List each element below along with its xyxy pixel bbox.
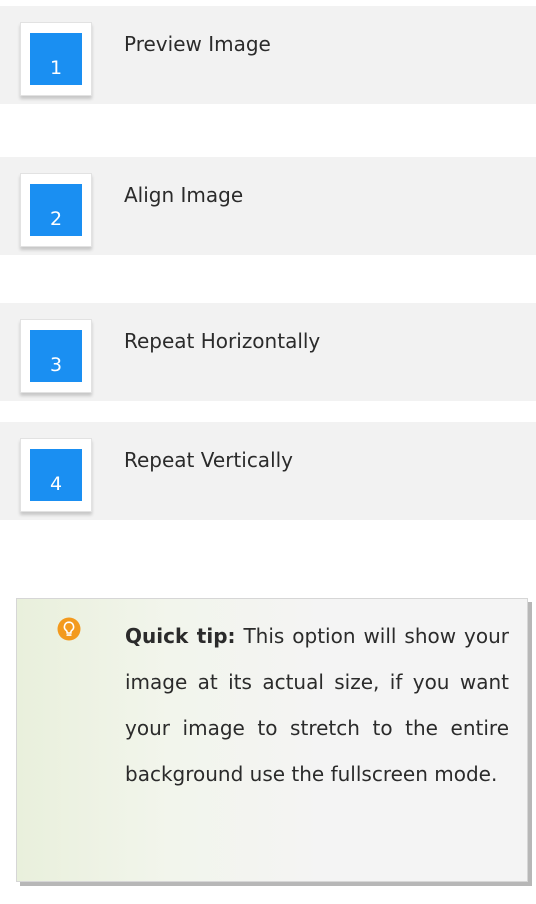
option-number-badge: 4 <box>20 438 92 512</box>
option-number-badge: 1 <box>20 22 92 96</box>
option-label: Align Image <box>124 183 244 207</box>
option-number: 3 <box>30 330 82 382</box>
option-number: 1 <box>30 33 82 85</box>
option-repeat-horizontally[interactable]: 3 Repeat Horizontally <box>0 303 536 401</box>
option-repeat-vertically[interactable]: 4 Repeat Vertically <box>0 422 536 520</box>
quick-tip-text: Quick tip: This option will show your im… <box>125 613 509 797</box>
option-number-badge: 3 <box>20 319 92 393</box>
option-label: Preview Image <box>124 32 271 56</box>
option-align-image[interactable]: 2 Align Image <box>0 157 536 255</box>
option-label: Repeat Horizontally <box>124 329 321 353</box>
option-preview-image[interactable]: 1 Preview Image <box>0 6 536 104</box>
quick-tip-box: Quick tip: This option will show your im… <box>16 598 528 882</box>
option-number-badge: 2 <box>20 173 92 247</box>
lightbulb-icon <box>57 617 81 641</box>
option-number: 2 <box>30 184 82 236</box>
quick-tip-heading: Quick tip: <box>125 624 236 648</box>
option-number: 4 <box>30 449 82 501</box>
background-options-panel: 1 Preview Image 2 Align Image 3 Repeat H… <box>0 0 536 904</box>
quick-tip-body: This option will show your image at its … <box>125 624 509 786</box>
option-label: Repeat Vertically <box>124 448 294 472</box>
